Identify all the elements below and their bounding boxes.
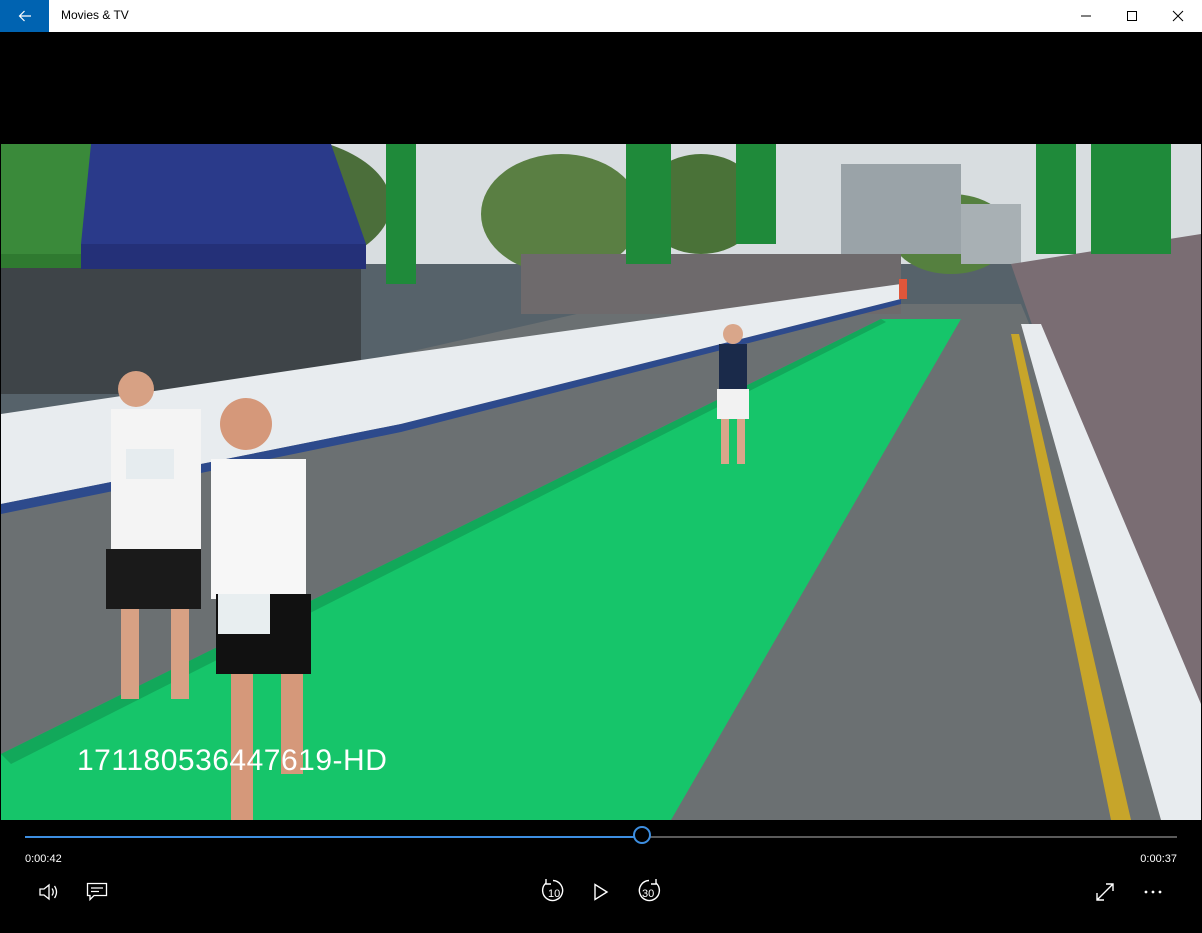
subtitles-button[interactable] [81, 876, 113, 908]
back-button[interactable] [0, 0, 49, 32]
play-icon [594, 883, 609, 901]
close-button[interactable] [1155, 0, 1201, 32]
app-title: Movies & TV [61, 8, 129, 22]
skip-back-button[interactable]: 10 [537, 876, 569, 908]
seek-bar[interactable] [25, 826, 1177, 844]
minimize-icon [1081, 15, 1091, 17]
fullscreen-icon [1096, 883, 1114, 901]
seek-thumb[interactable] [633, 826, 652, 844]
skip-back-label: 10 [548, 888, 561, 900]
play-button[interactable] [585, 876, 617, 908]
arrow-left-icon [18, 10, 31, 22]
video-caption: 171180536447619-HD [77, 744, 388, 777]
maximize-button[interactable] [1109, 0, 1155, 32]
elapsed-time: 0:00:42 [25, 853, 62, 865]
video-frame[interactable]: 171180536447619-HD [1, 144, 1201, 820]
title-bar: Movies & TV [0, 0, 1202, 32]
close-icon [1172, 10, 1184, 22]
skip-forward-label: 30 [642, 888, 655, 900]
more-button[interactable] [1137, 876, 1169, 908]
fullscreen-button[interactable] [1089, 876, 1121, 908]
minimize-button[interactable] [1063, 0, 1109, 32]
video-picture [1, 144, 1201, 820]
maximize-icon [1127, 11, 1137, 21]
speaker-icon [39, 883, 58, 901]
skip-forward-button[interactable]: 30 [633, 876, 665, 908]
volume-button[interactable] [33, 876, 65, 908]
subtitles-icon [86, 882, 108, 902]
remaining-time: 0:00:37 [1140, 853, 1177, 865]
more-icon [1144, 890, 1162, 894]
seek-progress [25, 836, 643, 838]
